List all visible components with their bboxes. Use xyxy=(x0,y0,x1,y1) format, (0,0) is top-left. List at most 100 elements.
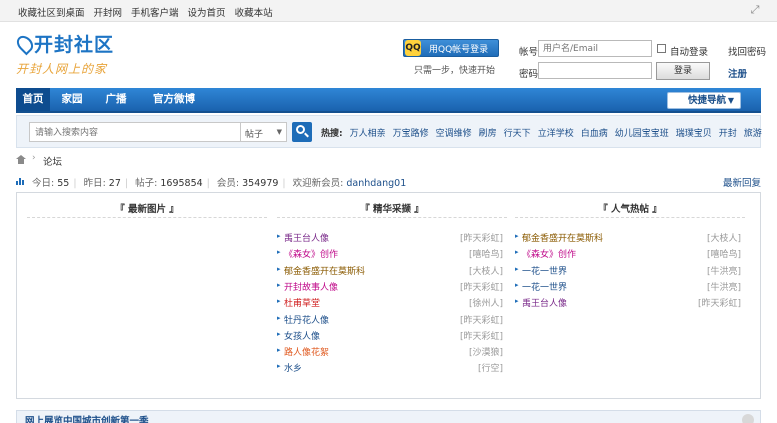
column-divider xyxy=(277,217,507,218)
breadcrumb-current[interactable]: 论坛 xyxy=(43,154,62,168)
register-link[interactable]: 注册 xyxy=(728,66,747,80)
hot-term[interactable]: 万宝路修 xyxy=(393,126,429,139)
post-title[interactable]: 《森女》创作 xyxy=(284,247,338,260)
post-author[interactable]: [嘻哈鸟] xyxy=(707,247,741,260)
home-icon[interactable] xyxy=(16,155,26,164)
forum-stats: 今日: 55 | 昨日: 27 | 帖子: 1695854 | 会员: 354979 |… xyxy=(32,178,407,189)
link-kaifeng-net[interactable]: 开封网 xyxy=(94,5,123,19)
hot-term[interactable]: 瑞璞宝贝 xyxy=(676,126,712,139)
post-row[interactable]: ▸ 女孩人像 [昨天彩虹] xyxy=(277,329,503,343)
post-title[interactable]: 水乡 xyxy=(284,361,302,374)
post-row[interactable]: ▸ 郁金香盛开在莫斯科 [大枝人] xyxy=(515,231,741,245)
stats-icon-bar xyxy=(22,180,24,185)
post-row[interactable]: ▸ 一花一世界 [牛洪亮] xyxy=(515,264,741,278)
site-logo[interactable]: 开封社区 开封人网上的家 xyxy=(13,30,136,78)
link-mobile-client[interactable]: 手机客户端 xyxy=(131,5,179,19)
newest-member-link[interactable]: danhdang01 xyxy=(346,178,406,189)
post-author[interactable]: [沙漠狼] xyxy=(469,345,503,358)
post-title[interactable]: 路人像花絮 xyxy=(284,345,329,358)
post-row[interactable]: ▸ 禹王台人像 [昨天彩虹] xyxy=(515,296,741,310)
yesterday-count: 27 xyxy=(108,178,121,189)
nav-item-space[interactable]: 家园 xyxy=(56,88,88,111)
password-label: 密码 xyxy=(519,69,539,80)
post-author[interactable]: [昨天彩虹] xyxy=(460,313,503,326)
search-icon-handle xyxy=(304,132,309,138)
password-input[interactable] xyxy=(538,62,652,79)
post-row[interactable]: ▸ 开封故事人像 [昨天彩虹] xyxy=(277,280,503,294)
post-author[interactable]: [大枝人] xyxy=(707,231,741,244)
caret-down-icon: ▼ xyxy=(276,128,282,136)
post-title[interactable]: 禹王台人像 xyxy=(522,296,567,309)
post-title[interactable]: 牡丹花人像 xyxy=(284,313,329,326)
quick-nav-dropdown[interactable]: 快捷导航 ▼ xyxy=(667,92,741,109)
post-author[interactable]: [昨天彩虹] xyxy=(460,280,503,293)
arrow-right-icon: ▸ xyxy=(277,297,281,306)
search-scope-select[interactable]: 帖子 ▼ xyxy=(241,122,287,142)
post-row[interactable]: ▸ 水乡 [行空] xyxy=(277,361,503,375)
post-title[interactable]: 一花一世界 xyxy=(522,280,567,293)
post-row[interactable]: ▸ 禹王台人像 [昨天彩虹] xyxy=(277,231,503,245)
section-header-title[interactable]: 网上展览中国城市创新第一季 xyxy=(25,413,149,423)
post-title[interactable]: 郁金香盛开在莫斯科 xyxy=(284,264,365,277)
column-divider xyxy=(27,217,267,218)
quick-nav-label: 快捷导航 xyxy=(688,95,727,106)
nav-item-broadcast[interactable]: 广播 xyxy=(96,88,136,111)
hot-term[interactable]: 行天下 xyxy=(504,126,531,139)
post-row[interactable]: ▸ 一花一世界 [牛洪亮] xyxy=(515,280,741,294)
post-author[interactable]: [牛洪亮] xyxy=(707,264,741,277)
nav-item-official-weibo[interactable]: 官方微博 xyxy=(144,88,204,111)
post-row[interactable]: ▸ 牡丹花人像 [昨天彩虹] xyxy=(277,313,503,327)
hot-term[interactable]: 空调维修 xyxy=(436,126,472,139)
nav-item-home[interactable]: 首页 xyxy=(16,88,50,111)
post-title[interactable]: 女孩人像 xyxy=(284,329,320,342)
hot-term[interactable]: 刷房 xyxy=(479,126,497,139)
post-row[interactable]: ▸ 《森女》创作 [嘻哈鸟] xyxy=(277,247,503,261)
hot-term[interactable]: 开封 xyxy=(719,126,737,139)
post-author[interactable]: [昨天彩虹] xyxy=(460,329,503,342)
account-input[interactable] xyxy=(538,40,652,57)
hot-term[interactable]: 旅游 xyxy=(744,126,762,139)
post-row[interactable]: ▸ 《森女》创作 [嘻哈鸟] xyxy=(515,247,741,261)
qq-login-button[interactable]: QQ 用QQ帐号登录 xyxy=(403,39,499,57)
arrow-right-icon: ▸ xyxy=(277,280,281,289)
post-author[interactable]: [牛洪亮] xyxy=(707,280,741,293)
collapse-icon[interactable] xyxy=(742,414,754,423)
hot-term[interactable]: 立洋学校 xyxy=(538,126,574,139)
post-author[interactable]: [昨天彩虹] xyxy=(698,296,741,309)
post-author[interactable]: [行空] xyxy=(478,361,503,374)
post-author[interactable]: [昨天彩虹] xyxy=(460,231,503,244)
post-author[interactable]: [大枝人] xyxy=(469,264,503,277)
post-author[interactable]: [嘻哈鸟] xyxy=(469,247,503,260)
arrow-right-icon: ▸ xyxy=(277,313,281,322)
post-title[interactable]: 一花一世界 xyxy=(522,264,567,277)
post-author[interactable]: [徐州人] xyxy=(469,296,503,309)
search-button[interactable] xyxy=(292,122,312,142)
latest-images-title: 『 最新图片 』 xyxy=(115,204,179,215)
post-title[interactable]: 杜甫草堂 xyxy=(284,296,320,309)
caret-down-icon: ▼ xyxy=(727,96,734,105)
stats-icon-bar xyxy=(19,178,21,185)
post-title[interactable]: 开封故事人像 xyxy=(284,280,338,293)
expand-icon[interactable]: ⤢ xyxy=(749,4,761,16)
link-set-homepage[interactable]: 设为首页 xyxy=(188,5,226,19)
post-row[interactable]: ▸ 路人像花絮 [沙漠狼] xyxy=(277,345,503,359)
auto-login-checkbox[interactable] xyxy=(657,44,666,53)
post-title[interactable]: 《森女》创作 xyxy=(522,247,576,260)
latest-reply-link[interactable]: 最新回复 xyxy=(723,175,761,189)
hot-term[interactable]: 万人相亲 xyxy=(350,126,386,139)
post-title[interactable]: 禹王台人像 xyxy=(284,231,329,244)
home-icon-body xyxy=(18,159,24,164)
hot-term[interactable]: 白血病 xyxy=(581,126,608,139)
link-bookmark-site[interactable]: 收藏本站 xyxy=(235,5,273,19)
hot-term[interactable]: 幼儿园宝宝班 xyxy=(615,126,669,139)
main-nav: 首页 家园 广播 官方微博 快捷导航 ▼ xyxy=(16,88,761,113)
post-row[interactable]: ▸ 郁金香盛开在莫斯科 [大枝人] xyxy=(277,264,503,278)
post-row[interactable]: ▸ 杜甫草堂 [徐州人] xyxy=(277,296,503,310)
login-button[interactable]: 登录 xyxy=(656,62,710,80)
link-bookmark-desktop[interactable]: 收藏社区到桌面 xyxy=(18,5,85,19)
search-input[interactable] xyxy=(29,122,241,142)
post-title[interactable]: 郁金香盛开在莫斯科 xyxy=(522,231,603,244)
forgot-password-link[interactable]: 找回密码 xyxy=(728,44,766,58)
posts-count: 1695854 xyxy=(160,178,203,189)
search-scope-value: 帖子 xyxy=(245,130,264,140)
